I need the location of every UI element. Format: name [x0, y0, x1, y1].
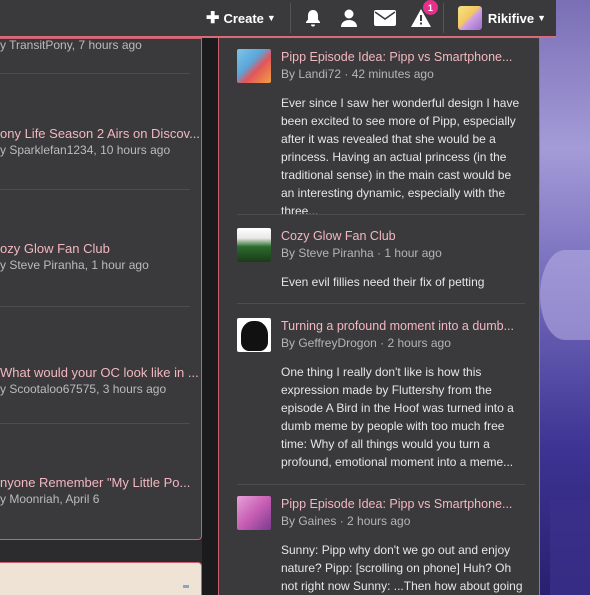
comment-body: Even evil fillies need their fix of pett…: [281, 275, 485, 289]
username-label: Rikifive: [487, 10, 535, 26]
comment-card: Cozy Glow Fan Club By Steve Piranha · 1 …: [237, 228, 527, 298]
list-item-title[interactable]: ony Life Season 2 Airs on Discov...: [0, 125, 200, 142]
messages-button[interactable]: [367, 0, 403, 37]
divider: [0, 189, 190, 190]
comment-title[interactable]: Cozy Glow Fan Club: [281, 228, 527, 245]
pony-avatar-icon[interactable]: [237, 49, 271, 83]
left-feed-panel: y TransitPony, 7 hours ago ony Life Seas…: [0, 38, 202, 540]
list-item[interactable]: ony Life Season 2 Airs on Discov... y Sp…: [0, 125, 200, 159]
divider: [237, 484, 525, 485]
comment-title[interactable]: Turning a profound moment into a dumb...: [281, 318, 527, 335]
comment-card: Turning a profound moment into a dumb...…: [237, 318, 527, 478]
notifications-button[interactable]: [295, 0, 331, 37]
list-item-meta: y TransitPony, 7 hours ago: [0, 38, 142, 52]
alerts-button[interactable]: 1: [403, 0, 439, 37]
comment-meta: By Gaines · 2 hours ago: [281, 514, 411, 528]
list-item-meta: y Sparklefan1234, 10 hours ago: [0, 143, 171, 157]
column-gutter: [202, 0, 218, 595]
silhouette-avatar-icon[interactable]: [237, 318, 271, 352]
comment-card: Pipp Episode Idea: Pipp vs Smartphone...…: [237, 496, 527, 595]
nav-divider: [289, 3, 291, 33]
comment-title[interactable]: Pipp Episode Idea: Pipp vs Smartphone...: [281, 496, 527, 513]
chevron-down-icon: ▼: [266, 13, 276, 23]
list-item[interactable]: ozy Glow Fan Club y Steve Piranha, 1 hou…: [0, 240, 200, 274]
top-navigation-bar: ✚ Create ▼ 1 Rikifive ▼: [0, 0, 556, 38]
list-item[interactable]: What would your OC look like in ... y Sc…: [0, 364, 200, 398]
list-item[interactable]: nyone Remember "My Little Po... y Moonri…: [0, 474, 200, 508]
decorative-mark: [183, 585, 189, 588]
bell-icon: [305, 10, 320, 27]
list-item-meta: y Moonriah, April 6: [0, 492, 100, 506]
user-menu-button[interactable]: Rikifive ▼: [448, 0, 556, 37]
background-art: [540, 0, 590, 595]
list-item-title[interactable]: What would your OC look like in ...: [0, 364, 200, 381]
envelope-icon: [373, 10, 396, 26]
create-button[interactable]: ✚ Create ▼: [196, 0, 286, 37]
club-avatar-icon[interactable]: [237, 228, 271, 262]
list-item[interactable]: y TransitPony, 7 hours ago: [0, 37, 200, 54]
user-icon: [340, 9, 357, 27]
list-item-meta: y Steve Piranha, 1 hour ago: [0, 258, 149, 272]
plus-icon: ✚: [206, 10, 220, 27]
left-bottom-card: [0, 562, 202, 595]
divider: [0, 73, 190, 74]
comment-card: Pipp Episode Idea: Pipp vs Smartphone...…: [237, 49, 527, 219]
divider: [0, 423, 190, 424]
comment-body: Sunny: Pipp why don't we go out and enjo…: [281, 543, 523, 593]
comment-meta: By GeffreyDrogon · 2 hours ago: [281, 336, 451, 350]
comment-meta: By Steve Piranha · 1 hour ago: [281, 246, 442, 260]
list-item-title[interactable]: nyone Remember "My Little Po...: [0, 474, 200, 491]
chevron-down-icon: ▼: [537, 13, 546, 23]
create-label: Create: [223, 10, 264, 26]
nav-divider: [442, 3, 444, 33]
list-item-meta: y Scootaloo67575, 3 hours ago: [0, 382, 167, 396]
friends-button[interactable]: [331, 0, 367, 37]
comment-meta: By Landi72 · 42 minutes ago: [281, 67, 434, 81]
comment-title[interactable]: Pipp Episode Idea: Pipp vs Smartphone...: [281, 49, 527, 66]
avatar: [457, 6, 482, 30]
list-item-title[interactable]: ozy Glow Fan Club: [0, 240, 200, 257]
alert-count-badge: 1: [422, 0, 438, 15]
recent-comments-panel: Pipp Episode Idea: Pipp vs Smartphone...…: [218, 38, 540, 595]
divider: [0, 306, 190, 307]
divider: [237, 303, 525, 304]
comment-body: One thing I really don't like is how thi…: [281, 365, 514, 469]
divider: [237, 214, 525, 215]
comment-body: Ever since I saw her wonderful design I …: [281, 96, 520, 218]
pony-avatar-icon[interactable]: [237, 496, 271, 530]
